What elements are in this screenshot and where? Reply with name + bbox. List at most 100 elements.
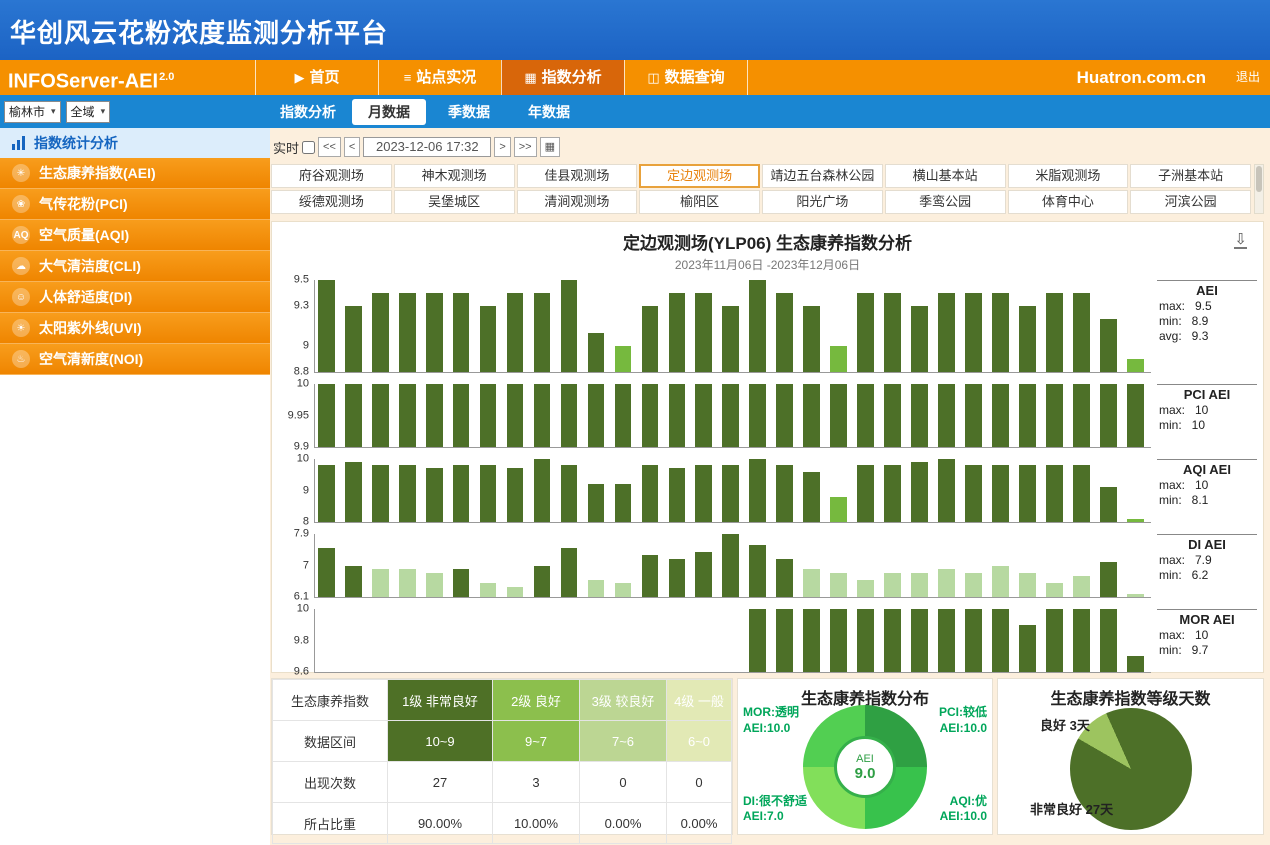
bar xyxy=(372,293,389,372)
area-select[interactable]: 全域 ▾ xyxy=(66,101,111,123)
brand-link[interactable]: Huatron.com.cn xyxy=(1077,60,1206,95)
bar xyxy=(695,384,712,447)
datetime-input[interactable]: 2023-12-06 17:32 xyxy=(363,137,491,157)
y-tick-label: 9.5 xyxy=(294,273,309,285)
bar xyxy=(857,580,874,598)
stations-scrollbar[interactable] xyxy=(1254,164,1264,214)
sidebar-item-pci[interactable]: ❀气传花粉(PCI) xyxy=(0,189,270,220)
sidebar-item-uvi[interactable]: ☀太阳紫外线(UVI) xyxy=(0,313,270,344)
prev-fast-button[interactable]: << xyxy=(318,137,341,157)
chart-plot xyxy=(314,280,1151,373)
bar xyxy=(992,293,1009,372)
bar xyxy=(884,293,901,372)
tab-year[interactable]: 年数据 xyxy=(512,99,586,125)
pie-label: 良好 3天 xyxy=(1040,715,1090,734)
nav-item-station-live[interactable]: ≡站点实况 xyxy=(378,60,501,95)
bar xyxy=(776,293,793,372)
chart-info-min: min: 9.7 xyxy=(1157,643,1263,657)
bar xyxy=(1127,384,1144,447)
summary-table-panel: 生态康养指数1级 非常良好2级 良好3级 较良好4级 一般数据区间10~99~7… xyxy=(271,678,733,835)
bar xyxy=(830,573,847,598)
chart-panel: 定边观测场(YLP06) 生态康养指数分析 2023年11月06日 -2023年… xyxy=(271,221,1264,673)
station-button[interactable]: 季鸾公园 xyxy=(885,190,1006,214)
station-button[interactable]: 佳县观测场 xyxy=(517,164,638,188)
chart-info-max: max: 10 xyxy=(1157,478,1263,492)
y-tick-label: 8.8 xyxy=(294,365,309,377)
calendar-icon[interactable]: ▦ xyxy=(540,137,560,157)
station-button[interactable]: 定边观测场 xyxy=(639,164,760,188)
prev-button[interactable]: < xyxy=(344,137,360,157)
station-button[interactable]: 绥德观测场 xyxy=(271,190,392,214)
chart-info-title: AQI AEI xyxy=(1157,459,1257,477)
bar xyxy=(669,384,686,447)
sidebar-item-aqi[interactable]: AQ空气质量(AQI) xyxy=(0,220,270,251)
bar xyxy=(642,384,659,447)
tab-quarter[interactable]: 季数据 xyxy=(432,99,506,125)
station-button[interactable]: 吴堡城区 xyxy=(394,190,515,214)
bar xyxy=(1127,359,1144,372)
y-tick-label: 9 xyxy=(303,339,309,351)
bottom-panels: 生态康养指数1级 非常良好2级 良好3级 较良好4级 一般数据区间10~99~7… xyxy=(271,678,1264,835)
logout-link[interactable]: 退出 xyxy=(1236,60,1260,95)
bar xyxy=(776,384,793,447)
chart-pci-aei: 109.959.9PCI AEImax: 10min: 10 xyxy=(276,384,1263,447)
bar xyxy=(749,384,766,447)
chart-plot xyxy=(314,534,1151,598)
bar xyxy=(453,569,470,597)
bar xyxy=(1046,384,1063,447)
nav-item-home[interactable]: ▶首页 xyxy=(255,60,378,95)
sidebar-item-label: 气传花粉(PCI) xyxy=(39,194,128,214)
station-button[interactable]: 榆阳区 xyxy=(639,190,760,214)
scrollbar-thumb[interactable] xyxy=(1256,166,1262,192)
next-fast-button[interactable]: >> xyxy=(514,137,537,157)
download-icon[interactable]: ⇩ xyxy=(1234,232,1247,249)
bar xyxy=(372,569,389,597)
bar xyxy=(534,384,551,447)
station-button[interactable]: 河滨公园 xyxy=(1130,190,1251,214)
distribution-label: PCI:较低AEI:10.0 xyxy=(939,705,987,736)
row-label-cell: 数据区间 xyxy=(273,721,388,762)
nav-item-index-analysis[interactable]: ▦指数分析 xyxy=(501,60,624,95)
realtime-checkbox[interactable] xyxy=(302,141,315,154)
sidebar-item-label: 太阳紫外线(UVI) xyxy=(39,318,142,338)
station-button[interactable]: 横山基本站 xyxy=(885,164,1006,188)
sidebar-item-cli[interactable]: ☁大气清洁度(CLI) xyxy=(0,251,270,282)
station-button[interactable]: 神木观测场 xyxy=(394,164,515,188)
bar xyxy=(480,465,497,522)
sidebar-item-di[interactable]: ☺人体舒适度(DI) xyxy=(0,282,270,313)
di-icon: ☺ xyxy=(12,288,30,306)
distribution-label-line1: PCI:较低 xyxy=(939,705,987,721)
chart-info: PCI AEImax: 10min: 10 xyxy=(1151,384,1263,447)
distribution-label-line1: AQI:优 xyxy=(940,794,987,810)
station-button[interactable]: 靖边五台森林公园 xyxy=(762,164,883,188)
save-icon: ◫ xyxy=(647,70,659,85)
bar xyxy=(615,384,632,447)
next-button[interactable]: > xyxy=(494,137,510,157)
table-row: 生态康养指数1级 非常良好2级 良好3级 较良好4级 一般 xyxy=(273,680,732,721)
bar xyxy=(561,384,578,447)
bar xyxy=(399,384,416,447)
station-button[interactable]: 米脂观测场 xyxy=(1008,164,1129,188)
station-button[interactable]: 阳光广场 xyxy=(762,190,883,214)
noi-icon: ♨ xyxy=(12,350,30,368)
station-button[interactable]: 府谷观测场 xyxy=(271,164,392,188)
station-button[interactable]: 清涧观测场 xyxy=(517,190,638,214)
bar xyxy=(534,459,551,522)
station-button[interactable]: 体育中心 xyxy=(1008,190,1129,214)
bar xyxy=(345,462,362,522)
tab-month[interactable]: 月数据 xyxy=(352,99,426,125)
bar xyxy=(722,465,739,522)
sidebar-item-noi[interactable]: ♨空气清新度(NOI) xyxy=(0,344,270,375)
station-button[interactable]: 子洲基本站 xyxy=(1130,164,1251,188)
sidebar-item-index-stats[interactable]: 指数统计分析 xyxy=(0,128,270,158)
chevron-down-icon: ▾ xyxy=(51,106,56,117)
bar xyxy=(992,609,1009,672)
nav-item-data-query[interactable]: ◫数据查询 xyxy=(624,60,748,95)
bar xyxy=(749,545,766,598)
y-axis: 7.976.1 xyxy=(276,534,314,597)
city-select[interactable]: 榆林市 ▾ xyxy=(4,101,61,123)
bar xyxy=(588,333,605,372)
bar xyxy=(884,573,901,598)
chart-plot xyxy=(314,459,1151,523)
sidebar-item-aei[interactable]: ✳生态康养指数(AEI) xyxy=(0,158,270,189)
